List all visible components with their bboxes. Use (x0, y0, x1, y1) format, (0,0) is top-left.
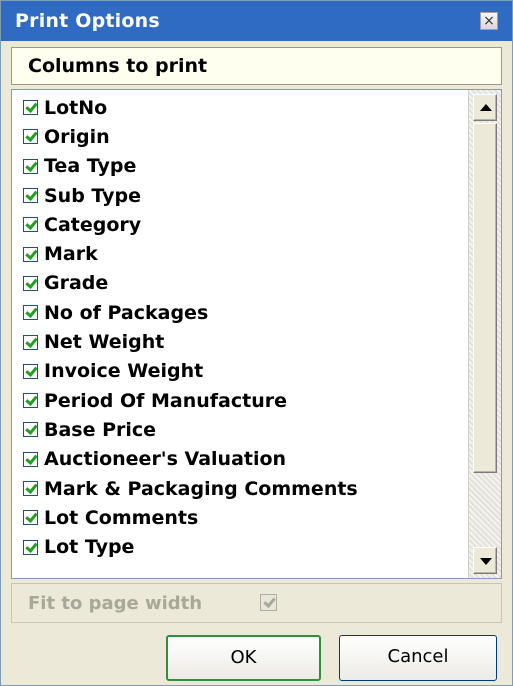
column-checkbox[interactable] (23, 481, 38, 496)
column-item[interactable]: Invoice Weight (12, 357, 468, 386)
column-checkbox[interactable] (23, 100, 38, 116)
column-item-label: Mark & Packaging Comments (44, 477, 358, 500)
column-checkbox[interactable] (23, 510, 38, 526)
scroll-down-button[interactable] (473, 547, 497, 574)
column-item-label: Sub Type (44, 184, 142, 207)
close-icon[interactable]: × (480, 12, 498, 30)
ok-button[interactable]: OK (166, 635, 321, 681)
fit-to-page-label: Fit to page width (28, 593, 203, 614)
column-item[interactable]: Origin (12, 122, 468, 151)
button-row: OK Cancel (1, 629, 512, 685)
column-item[interactable]: Grade (12, 269, 468, 298)
columns-list: LotNo Origin Tea Type Sub Type Category Mark G… (12, 90, 468, 578)
column-item-label: Origin (44, 125, 110, 148)
column-item-label: Lot Type (44, 536, 135, 559)
cancel-button[interactable]: Cancel (339, 635, 497, 681)
column-checkbox[interactable] (23, 451, 38, 467)
column-item[interactable]: Mark (12, 239, 468, 268)
up-arrow-icon (480, 104, 492, 111)
column-checkbox[interactable] (23, 305, 38, 321)
column-item[interactable]: Sub Type (12, 181, 468, 210)
column-item-label: Grade (44, 272, 109, 295)
scroll-thumb[interactable] (473, 123, 497, 473)
column-item-label: Tea Type (44, 155, 137, 178)
down-arrow-icon (480, 558, 492, 565)
column-item-label: Lot Comments (44, 506, 199, 529)
column-checkbox[interactable] (23, 129, 38, 145)
fit-to-page-checkbox (260, 594, 277, 611)
column-checkbox[interactable] (23, 217, 38, 233)
column-item[interactable]: Tea Type (12, 152, 468, 181)
column-item[interactable]: Lot Comments (12, 503, 468, 532)
column-item-label: Invoice Weight (44, 360, 204, 383)
column-item-label: No of Packages (44, 301, 209, 324)
column-item-label: Base Price (44, 418, 157, 441)
scroll-up-button[interactable] (473, 94, 497, 121)
column-item[interactable]: No of Packages (12, 298, 468, 327)
column-item[interactable]: Base Price (12, 415, 468, 444)
column-item-label: Period Of Manufacture (44, 389, 287, 412)
columns-listbox[interactable]: LotNo Origin Tea Type Sub Type Category Mark G… (11, 89, 502, 579)
column-checkbox[interactable] (23, 246, 38, 262)
column-item[interactable]: Net Weight (12, 327, 468, 356)
column-checkbox[interactable] (23, 334, 38, 350)
column-item[interactable]: Lot Type (12, 532, 468, 561)
column-item-label: Mark (44, 243, 98, 266)
column-item[interactable]: Period Of Manufacture (12, 386, 468, 415)
column-checkbox[interactable] (23, 393, 38, 409)
column-item[interactable]: Mark & Packaging Comments (12, 474, 468, 503)
dialog-title: Print Options (15, 10, 160, 32)
column-item-label: LotNo (44, 96, 108, 119)
column-checkbox[interactable] (23, 158, 38, 174)
columns-to-print-header: Columns to print (11, 47, 502, 85)
column-checkbox[interactable] (23, 275, 38, 291)
vertical-scrollbar[interactable] (468, 90, 501, 578)
column-item-label: Net Weight (44, 331, 165, 354)
column-checkbox[interactable] (23, 422, 38, 438)
print-options-dialog: Print Options × Columns to print LotNo Or… (0, 0, 513, 686)
fit-to-page-row: Fit to page width (11, 583, 502, 623)
column-checkbox[interactable] (23, 539, 38, 555)
column-item[interactable]: Category (12, 210, 468, 239)
column-item[interactable]: LotNo (12, 93, 468, 122)
column-checkbox[interactable] (23, 188, 38, 204)
column-checkbox[interactable] (23, 363, 38, 379)
column-item[interactable]: Auctioneer's Valuation (12, 445, 468, 474)
column-item-label: Auctioneer's Valuation (44, 448, 287, 471)
column-item-label: Category (44, 213, 142, 236)
title-bar[interactable]: Print Options × (1, 1, 512, 41)
